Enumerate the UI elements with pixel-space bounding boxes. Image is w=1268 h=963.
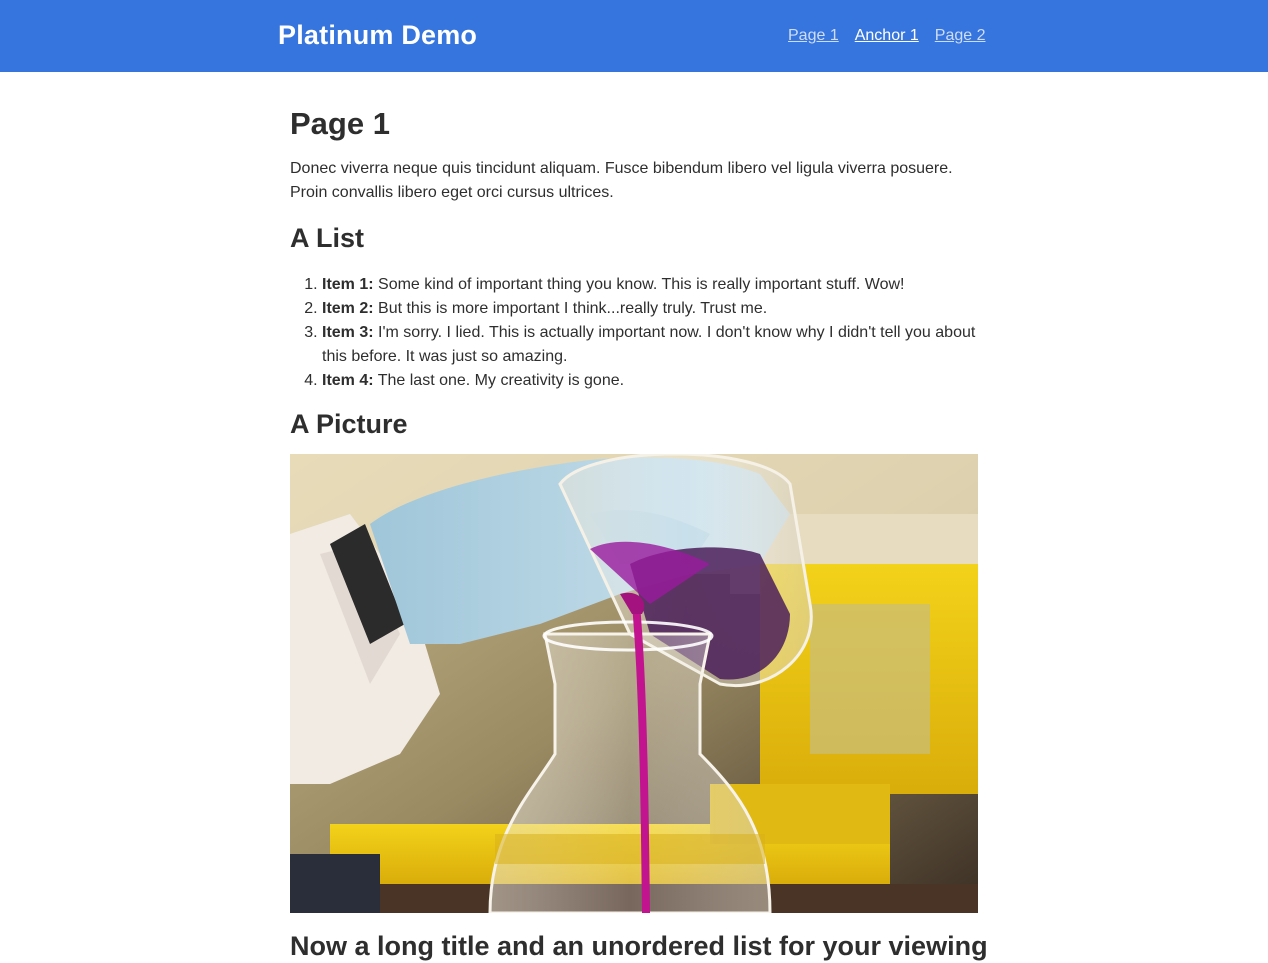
list-item: Item 3: I'm sorry. I lied. This is actua…	[322, 321, 980, 369]
list-item-text: Some kind of important thing you know. T…	[373, 276, 905, 293]
list-item-text: The last one. My creativity is gone.	[373, 372, 625, 389]
list-item-text: I'm sorry. I lied. This is actually impo…	[322, 324, 976, 365]
nav-link-page-1[interactable]: Page 1	[788, 27, 839, 45]
brand-link[interactable]: Platinum Demo	[278, 20, 477, 51]
list-item-text: But this is more important I think...rea…	[373, 300, 768, 317]
nav-link-page-2[interactable]: Page 2	[935, 27, 986, 45]
page-title: Page 1	[290, 106, 390, 141]
list-item-label: Item 1:	[322, 276, 374, 293]
list-item: Item 1: Some kind of important thing you…	[322, 273, 980, 297]
list-item-label: Item 4:	[322, 372, 374, 389]
list-item: Item 4: The last one. My creativity is g…	[322, 369, 980, 393]
intro-paragraph: Donec viverra neque quis tincidunt aliqu…	[290, 160, 953, 201]
list-heading: A List	[290, 223, 364, 253]
lab-photo-image	[290, 454, 978, 913]
list-item: Item 2: But this is more important I thi…	[322, 297, 980, 321]
list-item-label: Item 2:	[322, 300, 374, 317]
long-heading: Now a long title and an unordered list f…	[290, 931, 988, 961]
main-content: Page 1 Donec viverra neque quis tincidun…	[290, 104, 988, 963]
picture-heading: A Picture	[290, 409, 408, 439]
top-navbar: Platinum Demo Page 1 Anchor 1 Page 2	[0, 0, 1268, 72]
list-item-label: Item 3:	[322, 324, 374, 341]
ordered-list: Item 1: Some kind of important thing you…	[290, 273, 980, 393]
nav-links: Page 1 Anchor 1 Page 2	[788, 27, 985, 45]
nav-link-anchor-1[interactable]: Anchor 1	[855, 27, 919, 45]
lab-photo-illustration	[290, 454, 978, 913]
